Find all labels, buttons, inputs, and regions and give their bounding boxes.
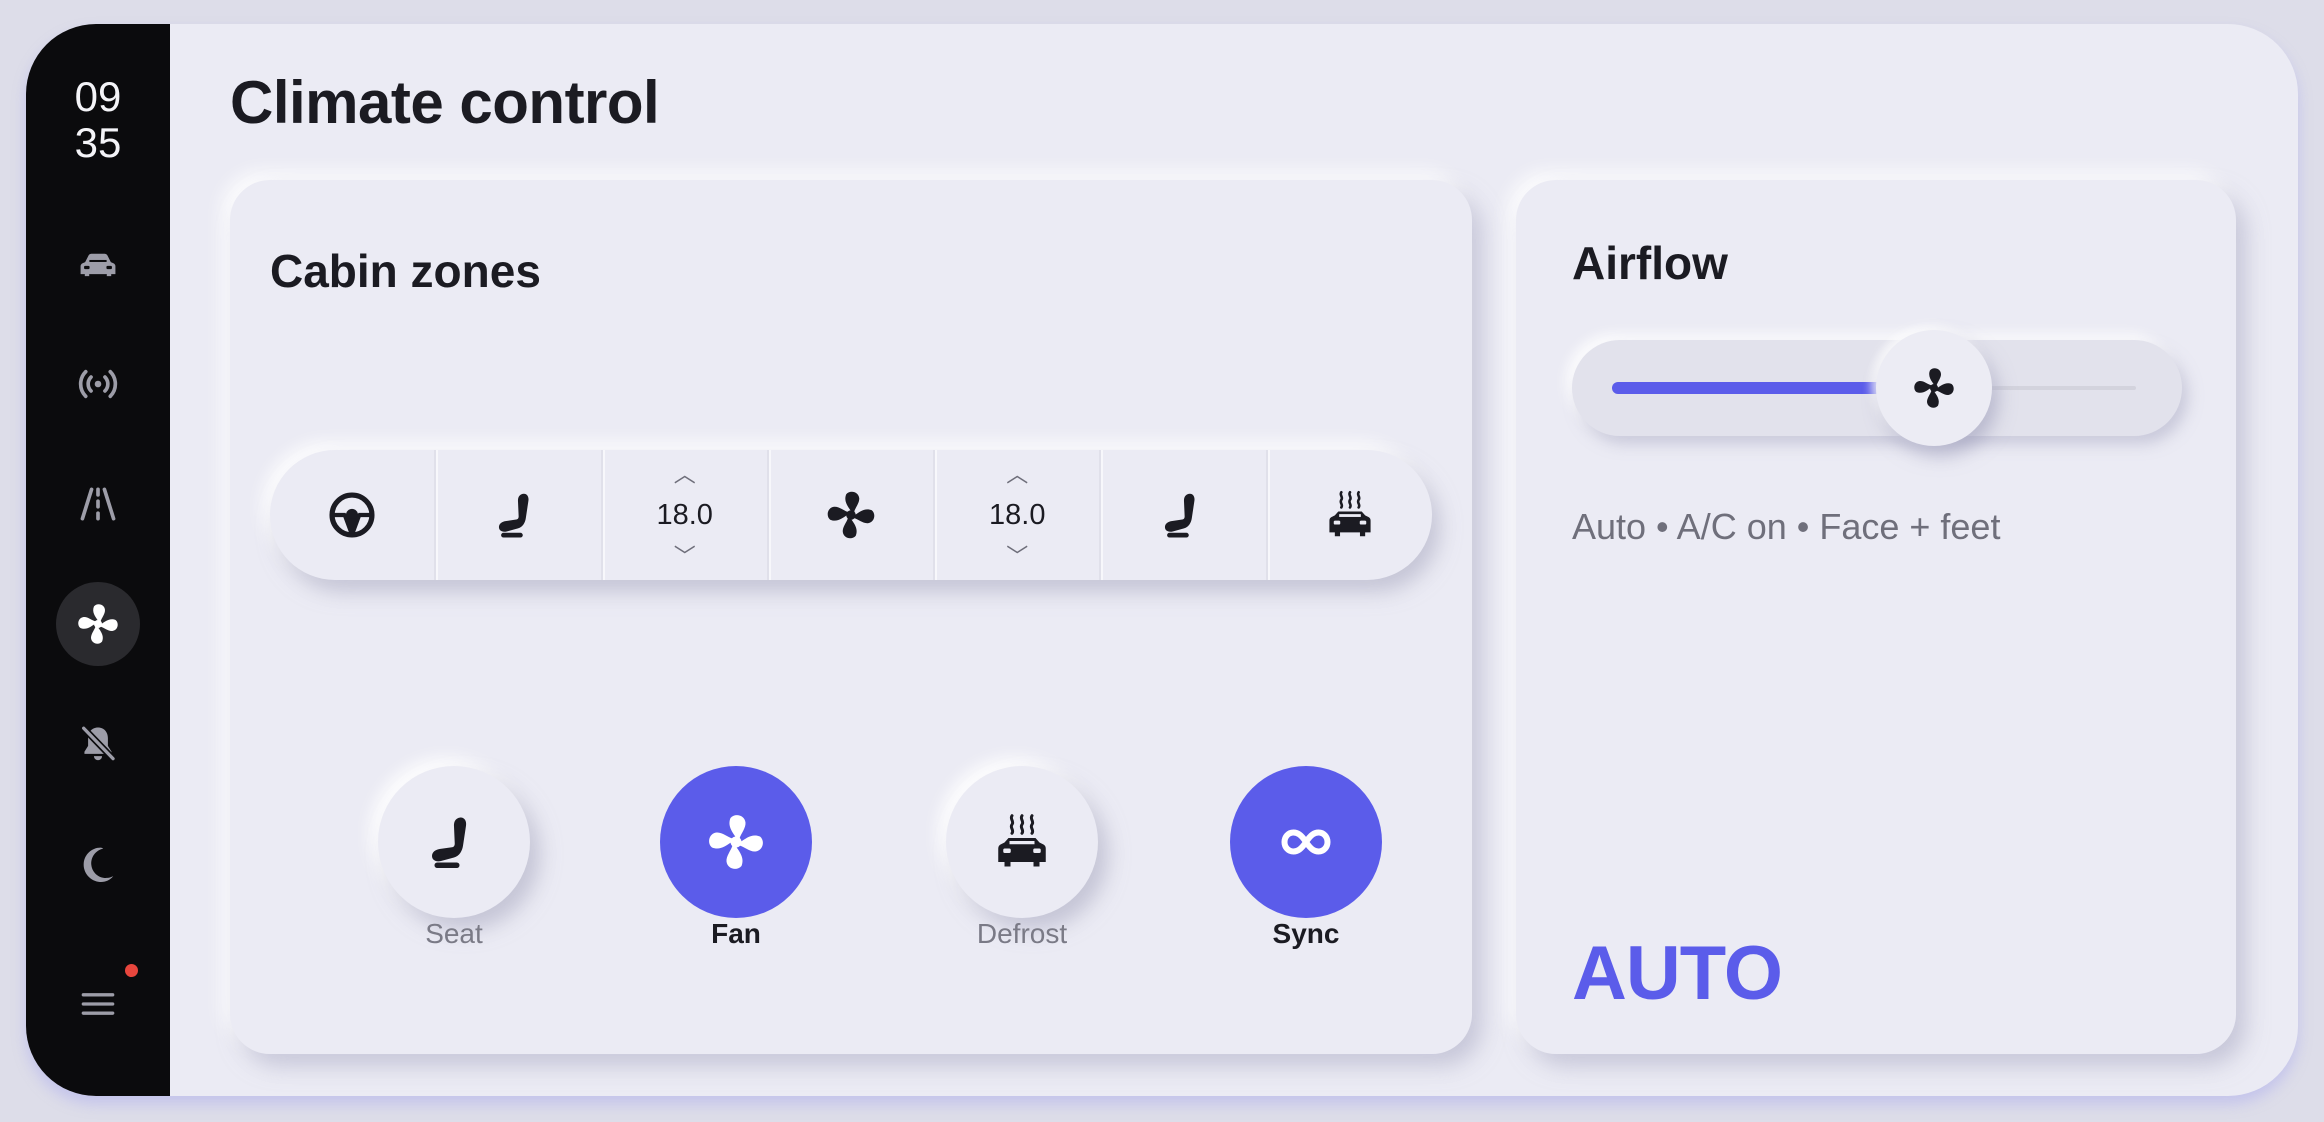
airflow-title: Airflow [1572,237,1728,289]
clock: 09 35 [26,74,170,166]
moon-icon [83,847,114,883]
defrost-icon [1324,489,1376,541]
nav-notifications-button[interactable] [56,702,140,786]
airflow-slider[interactable] [1572,330,2182,446]
fan-icon [825,489,877,541]
defrost-feature-label: Defrost [976,918,1068,949]
steering-wheel-icon [326,489,378,541]
slider-handle[interactable] [1876,330,1993,446]
seat-icon [424,812,484,872]
fan-feature-button[interactable] [660,766,812,918]
fan-feature-label: Fan [711,918,761,949]
seat-feature-button[interactable] [378,766,530,918]
seat-icon [492,489,544,541]
menu-icon [81,993,115,1015]
chevron-up-icon[interactable]: ︿ [674,464,696,486]
passenger-seat-button[interactable] [1099,450,1265,580]
fan-icon [1912,366,1956,410]
fan-icon [76,602,120,646]
nav-car-button[interactable] [56,222,140,306]
clock-minute: 35 [74,119,122,166]
road-icon [80,487,116,521]
auto-mode-label[interactable]: AUTO [1572,930,1783,1017]
radio-icon [78,369,118,399]
slider-fill [1612,382,1885,394]
clock-hour: 09 [74,73,122,120]
fan-zone-button[interactable] [766,450,933,580]
sidebar: 09 35 [26,24,170,1096]
temp-right-control[interactable]: ︿ 18.0 ﹀ [933,450,1099,580]
nav-climate-button[interactable] [56,582,140,666]
temp-left-control[interactable]: ︿ 18.0 ﹀ [600,450,767,580]
seat-feature-label: Seat [425,918,483,949]
defrost-zone-button[interactable] [1265,450,1432,580]
nav-connectivity-button[interactable] [56,342,140,426]
chevron-down-icon[interactable]: ﹀ [1006,546,1028,568]
cabin-zones-card: Cabin zones ︿ 18.0 ﹀ ︿ 18.0 ﹀ Seat Fan D… [230,180,1472,1054]
app-window: 09 35 Climate control Cabin zones ︿ 18.0… [26,24,2298,1096]
notification-badge [125,964,138,977]
bell-off-icon [80,724,117,762]
cabin-zones-title: Cabin zones [270,245,541,297]
temp-left-value: 18.0 [656,498,713,531]
zone-strip: ︿ 18.0 ﹀ ︿ 18.0 ﹀ [270,450,1432,580]
defrost-icon [992,812,1052,872]
airflow-card: Airflow Auto • A/C on • Face + feet AUTO [1516,180,2236,1054]
infinity-icon [1281,829,1331,855]
nav-night-mode-button[interactable] [56,822,140,906]
car-icon [80,253,116,277]
steering-heat-button[interactable] [270,450,434,580]
airflow-status: Auto • A/C on • Face + feet [1572,506,2001,547]
temp-right-value: 18.0 [989,498,1046,531]
seat-icon [1158,489,1210,541]
chevron-up-icon[interactable]: ︿ [1006,464,1028,486]
nav-road-button[interactable] [56,462,140,546]
chevron-down-icon[interactable]: ﹀ [674,546,696,568]
driver-seat-button[interactable] [434,450,600,580]
fan-icon [706,812,766,872]
page-title: Climate control [230,69,660,136]
defrost-feature-button[interactable] [946,766,1098,918]
sync-feature-label: Sync [1272,918,1340,949]
sync-feature-button[interactable] [1230,766,1382,918]
